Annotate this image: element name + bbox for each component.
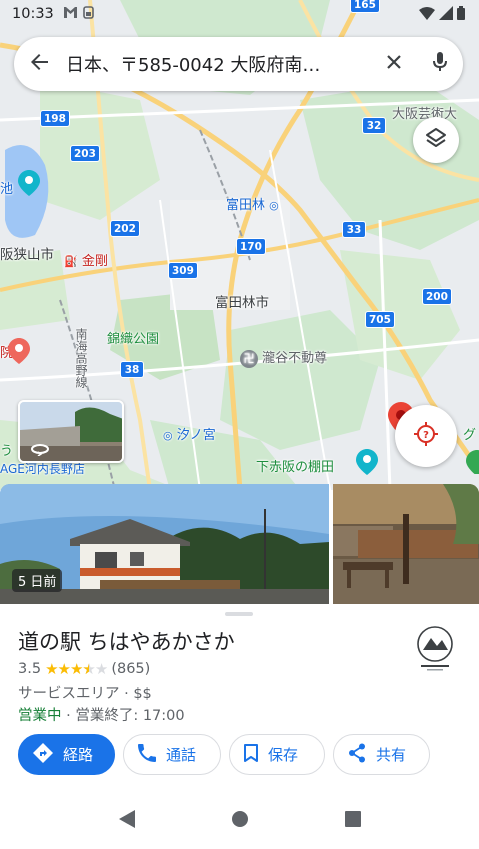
map-label-text: 汐ノ宮 [176,428,216,443]
directions-icon [33,742,53,767]
share-label: 共有 [376,746,407,764]
layers-icon [425,127,447,153]
map-label-left-edge: う [0,444,14,459]
place-photo[interactable]: 5 日前 [0,484,329,604]
place-pin-icon[interactable] [466,450,479,474]
map-label-tondabayashi-station[interactable]: 富田林 ◎ [226,194,279,213]
action-row: 経路 通話 保存 共有 [18,734,430,775]
place-logo [415,626,455,672]
call-label: 通話 [166,746,197,764]
status-time: 10:33 [12,6,54,22]
status-right [419,6,465,24]
photo-strip[interactable]: 5 日前 [0,484,479,604]
place-pin-icon[interactable] [8,338,30,364]
360-icon [30,442,50,456]
clear-button[interactable] [371,37,417,91]
status-bar: 10:33 [0,0,479,28]
road-shield: 309 [168,262,198,279]
circle-home-icon [231,810,249,832]
gas-station-icon: ⛽ [64,255,78,268]
road-shield: 38 [120,361,144,378]
place-photo-image [333,484,479,604]
layers-button[interactable] [413,117,459,163]
place-name: 道の駅 ちはやあかさか [18,630,235,654]
park-pin-icon[interactable] [356,449,378,475]
system-nav-bar [0,793,479,849]
drag-handle[interactable] [225,612,253,616]
train-station-icon: ◎ [163,429,173,442]
temple-icon: 卍 [240,350,258,368]
share-button[interactable]: 共有 [333,734,430,775]
star-full-icon: ★ [57,660,71,678]
place-photo[interactable] [333,484,479,604]
star-empty-icon: ★ [94,660,108,678]
phone-icon [138,743,156,766]
save-label: 保存 [268,746,299,764]
closing-time: · 営業終了: 17:00 [61,708,185,724]
triangle-back-icon [118,810,135,832]
star-full-icon: ★ [45,660,58,678]
directions-button[interactable]: 経路 [18,734,115,775]
map-label-tondabayashi-city[interactable]: 富田林市 [215,291,269,311]
rating-value: 3.5 [18,661,42,677]
map-label-shimoakasaka[interactable]: 下赤阪の棚田 [256,456,334,475]
nav-back-button[interactable] [107,801,147,841]
search-query[interactable]: 日本、〒585-0042 大阪府南… [66,51,371,77]
road-shield: 170 [236,238,266,255]
sim-icon [82,6,94,22]
street-view-thumbnail[interactable] [18,400,124,463]
search-bar[interactable]: 日本、〒585-0042 大阪府南… [14,37,463,91]
photo-age-badge: 5 日前 [12,569,63,592]
arrow-back-icon [30,52,50,76]
nav-recents-button[interactable] [333,801,373,841]
voice-search-button[interactable] [417,37,463,91]
road-shield: 200 [422,288,452,305]
map-label-text: 瀧谷不動尊 [262,351,328,366]
map-label-shionomiya[interactable]: ◎ 汐ノ宮 [163,424,216,443]
gmail-icon [63,7,77,21]
road-shield: 198 [40,110,70,127]
directions-label: 経路 [63,746,94,764]
bookmark-icon [244,743,258,766]
map-label-nishiki-park[interactable]: 錦織公園 [107,328,159,347]
train-station-icon: ◎ [269,199,279,212]
park-pin-icon[interactable] [18,170,40,196]
battery-icon [457,6,465,24]
close-icon [386,54,402,74]
back-button[interactable] [14,37,66,91]
place-category: サービスエリア · $$ [18,686,152,702]
road-shield: 203 [70,145,100,162]
hours-row[interactable]: 営業中 · 営業終了: 17:00 [18,704,185,725]
road-shield: 705 [365,311,395,328]
call-button[interactable]: 通話 [123,734,221,775]
mic-icon [432,51,448,77]
rating-row[interactable]: 3.5 ★★★★★★ (865) [18,660,150,678]
map-label-text: 金剛 [81,254,108,269]
star-half-icon: ★★ [82,660,95,678]
map-label-nankai-koya: 南海高野線 [74,328,88,388]
road-shield: 32 [362,117,386,134]
map-label-osakasayama[interactable]: 阪狭山市 [0,243,54,263]
square-recents-icon [344,811,361,831]
map-label-text: 富田林 [226,198,266,213]
road-shield: 33 [342,221,366,238]
place-details-sheet[interactable]: 道の駅 ちはやあかさか 3.5 ★★★★★★ (865) サービスエリア · $… [0,604,479,788]
location-unknown-icon: ? [413,421,439,451]
share-icon [348,743,366,767]
map-label-takiya-fudoson[interactable]: 卍 瀧谷不動尊 [240,347,327,368]
rating-stars: ★★★★★★ [45,660,108,678]
road-shield: 202 [110,220,140,237]
star-full-icon: ★ [69,660,83,678]
save-button[interactable]: 保存 [229,734,325,775]
review-count: (865) [111,661,151,677]
nav-home-button[interactable] [220,801,260,841]
signal-icon [439,6,453,24]
map-label-right-edge: グ [463,428,477,443]
map-label-left-edge: 池 [0,182,14,197]
svg-text:?: ? [423,430,429,441]
my-location-button[interactable]: ? [395,405,457,467]
wifi-icon [419,6,435,24]
open-status: 営業中 [18,708,62,724]
map-label-kongo[interactable]: ⛽ 金剛 [64,250,108,269]
